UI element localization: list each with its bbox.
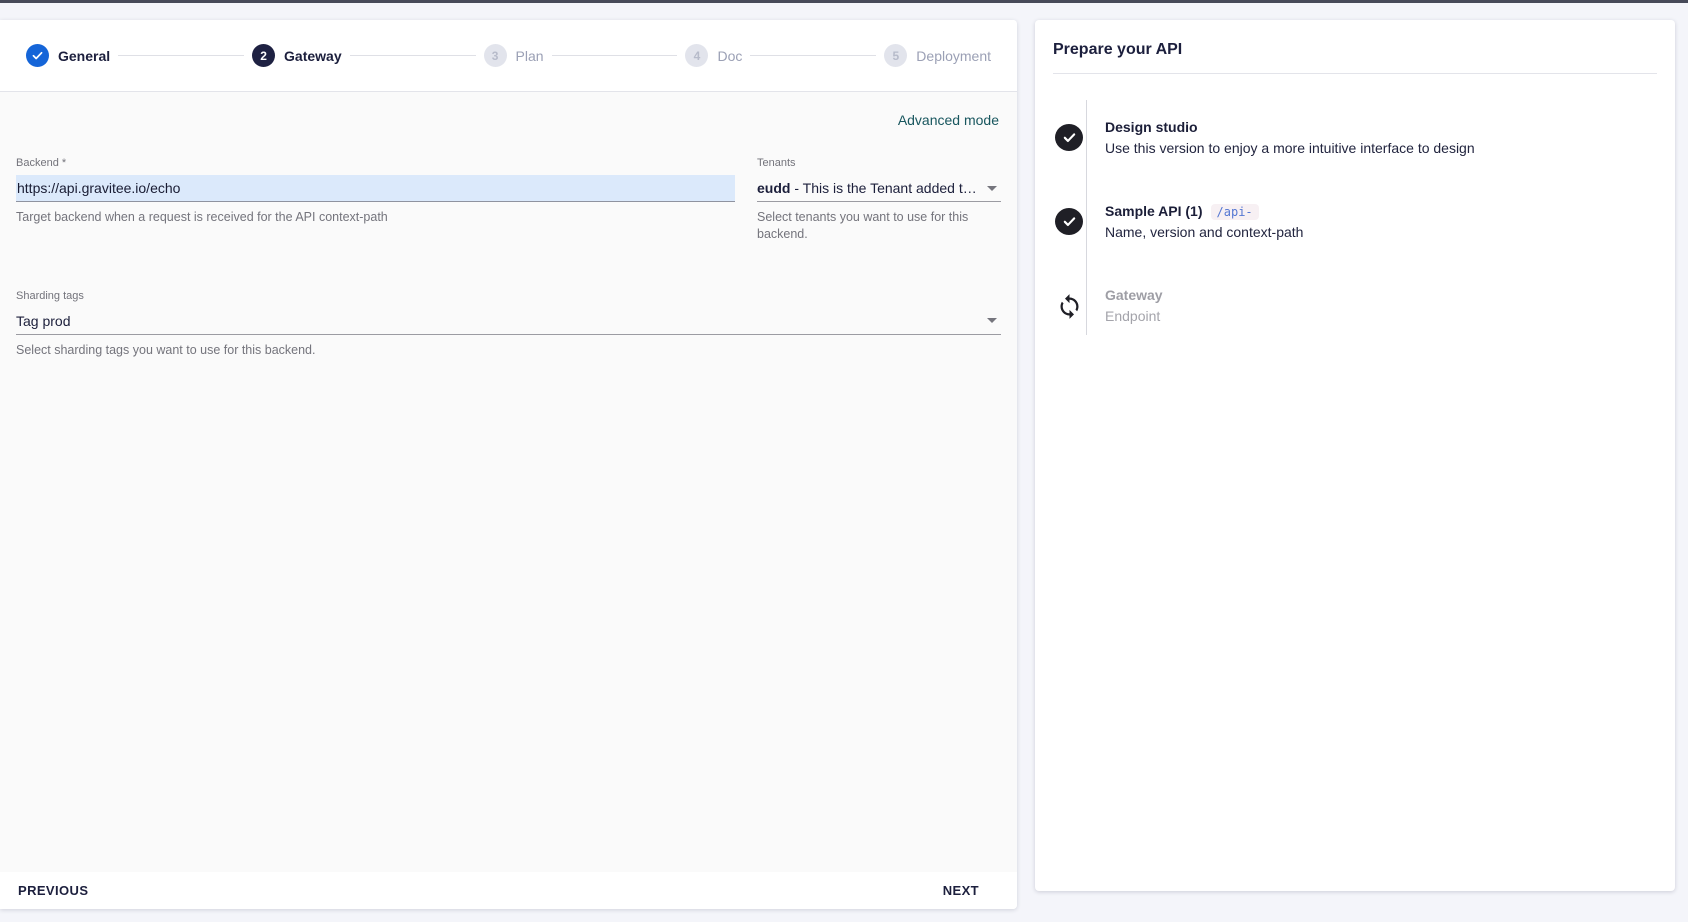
context-path-chip: /api- — [1211, 204, 1259, 220]
wizard-stepper: General 2 Gateway 3 Plan 4 Doc 5 Deploym… — [0, 20, 1017, 92]
prepare-api-panel: Prepare your API Design studio Use this … — [1035, 20, 1675, 891]
check-circle-icon — [1055, 208, 1083, 235]
step-number-badge: 3 — [484, 44, 507, 67]
sharding-tags-field: Sharding tags Tag prod Select sharding t… — [16, 290, 1001, 359]
backend-field: Backend * https://api.gravitee.io/echo T… — [16, 157, 735, 243]
advanced-mode-link[interactable]: Advanced mode — [898, 112, 999, 128]
wizard-actions-bar: PREVIOUS NEXT — [0, 872, 1017, 909]
gateway-step-form: Advanced mode Backend * https://api.grav… — [0, 92, 1017, 872]
stepper-step-doc[interactable]: 4 Doc — [685, 44, 742, 67]
step-label: Doc — [717, 48, 742, 64]
stepper-connector — [350, 55, 476, 56]
backend-hint: Target backend when a request is receive… — [16, 209, 735, 226]
timeline-item-description: Endpoint — [1105, 307, 1163, 327]
panel-title: Prepare your API — [1053, 41, 1657, 59]
tenants-label: Tenants — [757, 157, 1001, 169]
timeline-item-sample-api: Sample API (1) /api- Name, version and c… — [1053, 202, 1657, 242]
step-label: General — [58, 48, 110, 64]
timeline-item-title: Gateway — [1105, 286, 1163, 306]
timeline-item-description: Name, version and context-path — [1105, 223, 1303, 243]
tenants-selected-value: eudd - This is the Tenant added to r... — [757, 180, 979, 196]
timeline-item-title: Sample API (1) — [1105, 202, 1203, 222]
next-button[interactable]: NEXT — [941, 879, 1001, 902]
chevron-down-icon — [987, 318, 997, 323]
tenants-hint: Select tenants you want to use for this … — [757, 209, 1001, 243]
step-label: Deployment — [916, 48, 991, 64]
stepper-step-gateway[interactable]: 2 Gateway — [252, 44, 342, 67]
sync-icon — [1055, 292, 1083, 320]
prepare-api-timeline: Design studio Use this version to enjoy … — [1053, 118, 1657, 327]
api-creation-card: General 2 Gateway 3 Plan 4 Doc 5 Deploym… — [0, 20, 1017, 909]
sharding-tags-selected-value: Tag prod — [16, 313, 70, 329]
step-number-badge: 2 — [252, 44, 275, 67]
previous-button[interactable]: PREVIOUS — [16, 879, 90, 902]
step-number-badge: 4 — [685, 44, 708, 67]
step-label: Gateway — [284, 48, 342, 64]
stepper-connector — [552, 55, 678, 56]
window-top-bar — [0, 0, 1688, 3]
stepper-step-deployment[interactable]: 5 Deployment — [884, 44, 991, 67]
stepper-step-general[interactable]: General — [26, 44, 110, 67]
sharding-tags-label: Sharding tags — [16, 290, 1001, 302]
timeline-item-design-studio: Design studio Use this version to enjoy … — [1053, 118, 1657, 158]
sharding-tags-hint: Select sharding tags you want to use for… — [16, 342, 1001, 359]
tenants-field: Tenants eudd - This is the Tenant added … — [757, 157, 1001, 243]
step-completed-check-icon — [26, 44, 49, 67]
timeline-item-title: Design studio — [1105, 118, 1475, 138]
chevron-down-icon — [987, 186, 997, 191]
check-circle-icon — [1055, 124, 1083, 151]
backend-input[interactable]: https://api.gravitee.io/echo — [16, 175, 735, 202]
step-label: Plan — [516, 48, 544, 64]
stepper-connector — [118, 55, 244, 56]
timeline-item-description: Use this version to enjoy a more intuiti… — [1105, 139, 1475, 159]
stepper-step-plan[interactable]: 3 Plan — [484, 44, 544, 67]
tenants-select[interactable]: eudd - This is the Tenant added to r... — [757, 175, 1001, 202]
panel-divider — [1053, 73, 1657, 74]
sharding-tags-select[interactable]: Tag prod — [16, 308, 1001, 335]
stepper-connector — [750, 55, 876, 56]
timeline-item-gateway: Gateway Endpoint — [1053, 286, 1657, 326]
step-number-badge: 5 — [884, 44, 907, 67]
backend-input-value: https://api.gravitee.io/echo — [17, 180, 180, 196]
backend-label: Backend * — [16, 157, 735, 169]
